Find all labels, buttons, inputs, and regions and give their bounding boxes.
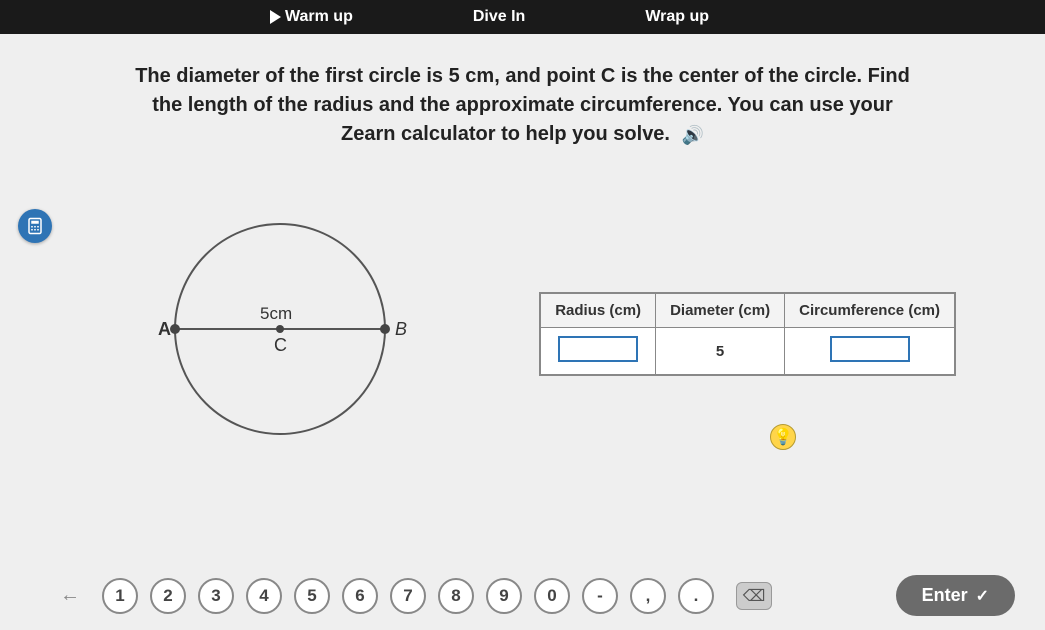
- backspace-icon: ⌫: [743, 586, 766, 606]
- number-keypad: ← 1 2 3 4 5 6 7 8 9 0 - , . ⌫ Enter ✓: [0, 575, 1045, 616]
- point-b-label: B: [395, 319, 407, 339]
- radius-input[interactable]: [558, 336, 638, 362]
- enter-label: Enter: [922, 585, 968, 606]
- key-9[interactable]: 9: [486, 578, 522, 614]
- work-area: A B C 5cm Radius (cm) Diameter (cm) Circ…: [60, 209, 985, 459]
- diameter-label: 5cm: [260, 304, 292, 323]
- key-6[interactable]: 6: [342, 578, 378, 614]
- read-aloud-icon[interactable]: 🔊: [682, 122, 704, 148]
- circumference-input[interactable]: [830, 336, 910, 362]
- hint-button[interactable]: 💡: [770, 424, 796, 450]
- tab-wrapup[interactable]: Wrap up: [645, 8, 709, 26]
- key-8[interactable]: 8: [438, 578, 474, 614]
- tab-label: Warm up: [285, 8, 353, 26]
- key-period[interactable]: .: [678, 578, 714, 614]
- cell-radius: [541, 328, 656, 375]
- center-label: C: [274, 335, 287, 355]
- prompt-line: the length of the radius and the approxi…: [152, 94, 893, 116]
- calculator-button[interactable]: [18, 209, 52, 243]
- circle-diagram: A B C 5cm: [120, 209, 420, 459]
- backspace-button[interactable]: ⌫: [736, 582, 772, 610]
- key-1[interactable]: 1: [102, 578, 138, 614]
- key-3[interactable]: 3: [198, 578, 234, 614]
- prompt-line: The diameter of the first circle is 5 cm…: [135, 65, 910, 87]
- play-icon: [270, 10, 281, 24]
- key-5[interactable]: 5: [294, 578, 330, 614]
- point-b-dot: [380, 324, 390, 334]
- back-arrow-icon[interactable]: ←: [60, 584, 80, 607]
- key-comma[interactable]: ,: [630, 578, 666, 614]
- key-4[interactable]: 4: [246, 578, 282, 614]
- answer-table: Radius (cm) Diameter (cm) Circumference …: [540, 293, 955, 375]
- col-radius: Radius (cm): [541, 294, 656, 328]
- check-icon: ✓: [976, 586, 989, 606]
- center-dot: [276, 325, 284, 333]
- key-minus[interactable]: -: [582, 578, 618, 614]
- enter-button[interactable]: Enter ✓: [896, 575, 1015, 616]
- key-7[interactable]: 7: [390, 578, 426, 614]
- content-area: The diameter of the first circle is 5 cm…: [0, 34, 1045, 630]
- point-a-dot: [170, 324, 180, 334]
- key-0[interactable]: 0: [534, 578, 570, 614]
- col-diameter: Diameter (cm): [656, 294, 785, 328]
- lesson-tabs: Warm up Dive In Wrap up: [0, 0, 1045, 34]
- point-a-label: A: [158, 319, 171, 339]
- question-prompt: The diameter of the first circle is 5 cm…: [63, 62, 983, 149]
- prompt-line: Zearn calculator to help you solve.: [341, 123, 670, 145]
- key-2[interactable]: 2: [150, 578, 186, 614]
- lightbulb-icon: 💡: [773, 427, 793, 447]
- answer-table-wrap: Radius (cm) Diameter (cm) Circumference …: [540, 293, 955, 375]
- col-circumference: Circumference (cm): [785, 294, 955, 328]
- tab-label: Wrap up: [645, 8, 709, 26]
- cell-diameter: 5: [656, 328, 785, 375]
- cell-circumference: [785, 328, 955, 375]
- calculator-icon: [26, 217, 44, 235]
- tab-warmup[interactable]: Warm up: [270, 8, 353, 26]
- tab-divein[interactable]: Dive In: [473, 8, 525, 26]
- tab-label: Dive In: [473, 8, 525, 26]
